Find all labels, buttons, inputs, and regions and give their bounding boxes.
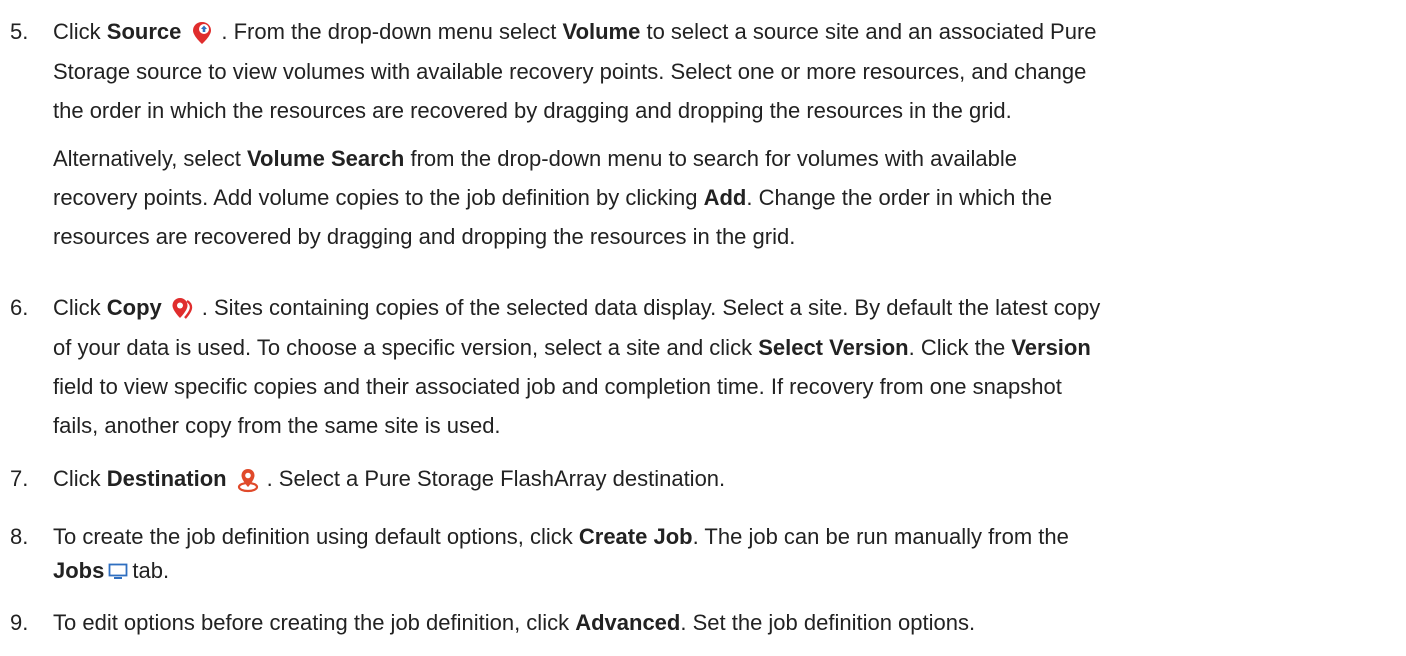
step-line: To create the job definition using defau… (53, 517, 1403, 556)
text-run: Click (53, 466, 107, 491)
step-line: resources are recovered by dragging and … (53, 217, 1403, 256)
text-run: to select a source site and an associate… (640, 19, 1097, 44)
jobs-label: Jobs (53, 558, 105, 583)
text-run: . Select a Pure Storage FlashArray desti… (266, 466, 726, 491)
step-line: fails, another copy from the same site i… (53, 406, 1403, 445)
step-number: 7. (10, 466, 29, 491)
step-number: 9. (10, 610, 29, 635)
text-run: To edit options before creating the job … (53, 610, 576, 635)
text-run: . Sites containing copies of the selecte… (201, 295, 1101, 320)
step-number: 8. (10, 524, 29, 549)
text-run: fails, another copy from the same site i… (53, 413, 501, 438)
version-label: Version (1011, 335, 1091, 360)
volume-label: Volume (562, 19, 641, 44)
destination-pin-icon (235, 467, 261, 493)
create-job-label: Create Job (578, 524, 693, 549)
step-line: Click Destination . Select a Pure Storage… (53, 459, 1403, 498)
text-run: from the drop-down menu to search for vo… (404, 146, 1017, 171)
monitor-icon (108, 562, 128, 582)
text-run: Click (53, 19, 107, 44)
text-run: tab. (132, 558, 170, 583)
source-label: Source (106, 19, 182, 44)
copy-pin-icon (170, 296, 196, 322)
text-run: . From the drop-down menu select (221, 19, 563, 44)
text-run: of your data is used. To choose a specif… (53, 335, 759, 360)
step-body: To create the job definition using defau… (53, 517, 1403, 586)
step-line: Storage source to view volumes with avai… (53, 52, 1403, 91)
copy-label: Copy (106, 295, 162, 320)
step-body: Click Source . From the drop-down menu se… (53, 12, 1403, 256)
text-run: . Change the order in which the (746, 185, 1053, 210)
step-line: field to view specific copies and their … (53, 367, 1403, 406)
step-line: Click Copy . Sites containing copies of t… (53, 288, 1403, 328)
text-run: Alternatively, select (53, 146, 248, 171)
step-line: of your data is used. To choose a specif… (53, 328, 1403, 367)
step-number: 5. (10, 19, 29, 44)
step-line: the order in which the resources are rec… (53, 91, 1403, 130)
destination-label: Destination (106, 466, 227, 491)
text-run: recovery points. Add volume copies to th… (53, 185, 704, 210)
step-body: Click Destination . Select a Pure Storage… (53, 459, 1403, 498)
step-body: To edit options before creating the job … (53, 603, 1403, 642)
step-line: recovery points. Add volume copies to th… (53, 178, 1403, 217)
text-run: the order in which the resources are rec… (53, 98, 1012, 123)
add-label: Add (703, 185, 747, 210)
step-line: Jobs tab. (53, 556, 1403, 586)
text-run: Storage source to view volumes with avai… (53, 59, 1087, 84)
step-number: 6. (10, 295, 29, 320)
text-run: To create the job definition using defau… (53, 524, 579, 549)
step-line: Click Source . From the drop-down menu se… (53, 12, 1403, 52)
text-run: . Set the job definition options. (680, 610, 976, 635)
text-run: . The job can be run manually from the (692, 524, 1069, 549)
select-version-label: Select Version (758, 335, 909, 360)
text-run: . Click the (908, 335, 1012, 360)
procedure-steps: 5. Click Source . From the drop-down menu… (0, 0, 1406, 656)
text-run: Click (53, 295, 107, 320)
text-run: field to view specific copies and their … (53, 374, 1062, 399)
volume-search-label: Volume Search (247, 146, 405, 171)
advanced-label: Advanced (575, 610, 681, 635)
source-pin-icon (189, 20, 215, 46)
step-line: Alternatively, select Volume Search from… (53, 139, 1403, 178)
step-line: To edit options before creating the job … (53, 603, 1403, 642)
step-body: Click Copy . Sites containing copies of t… (53, 288, 1403, 445)
text-run: resources are recovered by dragging and … (53, 224, 796, 249)
